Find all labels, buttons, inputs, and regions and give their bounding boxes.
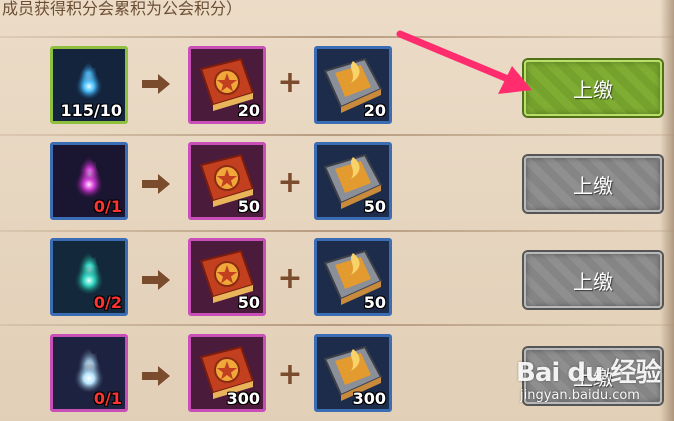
contribution-row-3: 0/2 50 + 50 上缴 [0, 232, 674, 328]
submit-button[interactable]: 上缴 [524, 252, 662, 308]
source-count: 0/1 [93, 197, 122, 216]
baidu-watermark: Bai du 经验 jingyan.baidu.com [516, 346, 674, 418]
item1-count: 50 [237, 197, 260, 216]
watermark-brand: Bai du 经验 [516, 358, 661, 388]
guild-contribution-panel: 成员获得积分会累积为公会积分） 115/10 20 + 20 上缴 0/1 50… [0, 0, 674, 421]
red-star-book-icon[interactable]: 20 [188, 46, 266, 124]
submit-button[interactable]: 上缴 [524, 60, 662, 116]
golden-tome-icon[interactable]: 300 [314, 334, 392, 412]
source-count: 0/2 [93, 293, 122, 312]
right-arrow-icon [142, 174, 170, 194]
plus-icon: + [277, 165, 303, 200]
purple-spirit-flame-icon[interactable]: 0/1 [50, 142, 128, 220]
red-star-book-icon[interactable]: 300 [188, 334, 266, 412]
item2-count: 50 [363, 293, 386, 312]
item1-count: 300 [226, 389, 260, 408]
contribution-row-2: 0/1 50 + 50 上缴 [0, 136, 674, 232]
teal-spirit-flame-icon[interactable]: 0/2 [50, 238, 128, 316]
right-arrow-icon [142, 74, 170, 94]
golden-tome-icon[interactable]: 50 [314, 238, 392, 316]
contribution-row-1: 115/10 20 + 20 上缴 [0, 40, 674, 136]
panel-header-text: 成员获得积分会累积为公会积分） [2, 0, 243, 18]
golden-tome-icon[interactable]: 50 [314, 142, 392, 220]
plus-icon: + [277, 357, 303, 392]
row-divider [0, 36, 674, 38]
item1-count: 20 [237, 101, 260, 120]
right-arrow-icon [142, 270, 170, 290]
item1-count: 50 [237, 293, 260, 312]
item2-count: 20 [363, 101, 386, 120]
item2-count: 50 [363, 197, 386, 216]
red-star-book-icon[interactable]: 50 [188, 142, 266, 220]
blue-spirit-flame-icon[interactable]: 115/10 [50, 46, 128, 124]
source-count: 0/1 [93, 389, 122, 408]
item2-count: 300 [352, 389, 386, 408]
red-star-book-icon[interactable]: 50 [188, 238, 266, 316]
plus-icon: + [277, 65, 303, 100]
white-spirit-flame-icon[interactable]: 0/1 [50, 334, 128, 412]
source-count: 115/10 [60, 101, 122, 120]
watermark-url: jingyan.baidu.com [520, 388, 640, 403]
right-arrow-icon [142, 366, 170, 386]
golden-tome-icon[interactable]: 20 [314, 46, 392, 124]
plus-icon: + [277, 261, 303, 296]
submit-button[interactable]: 上缴 [524, 156, 662, 212]
